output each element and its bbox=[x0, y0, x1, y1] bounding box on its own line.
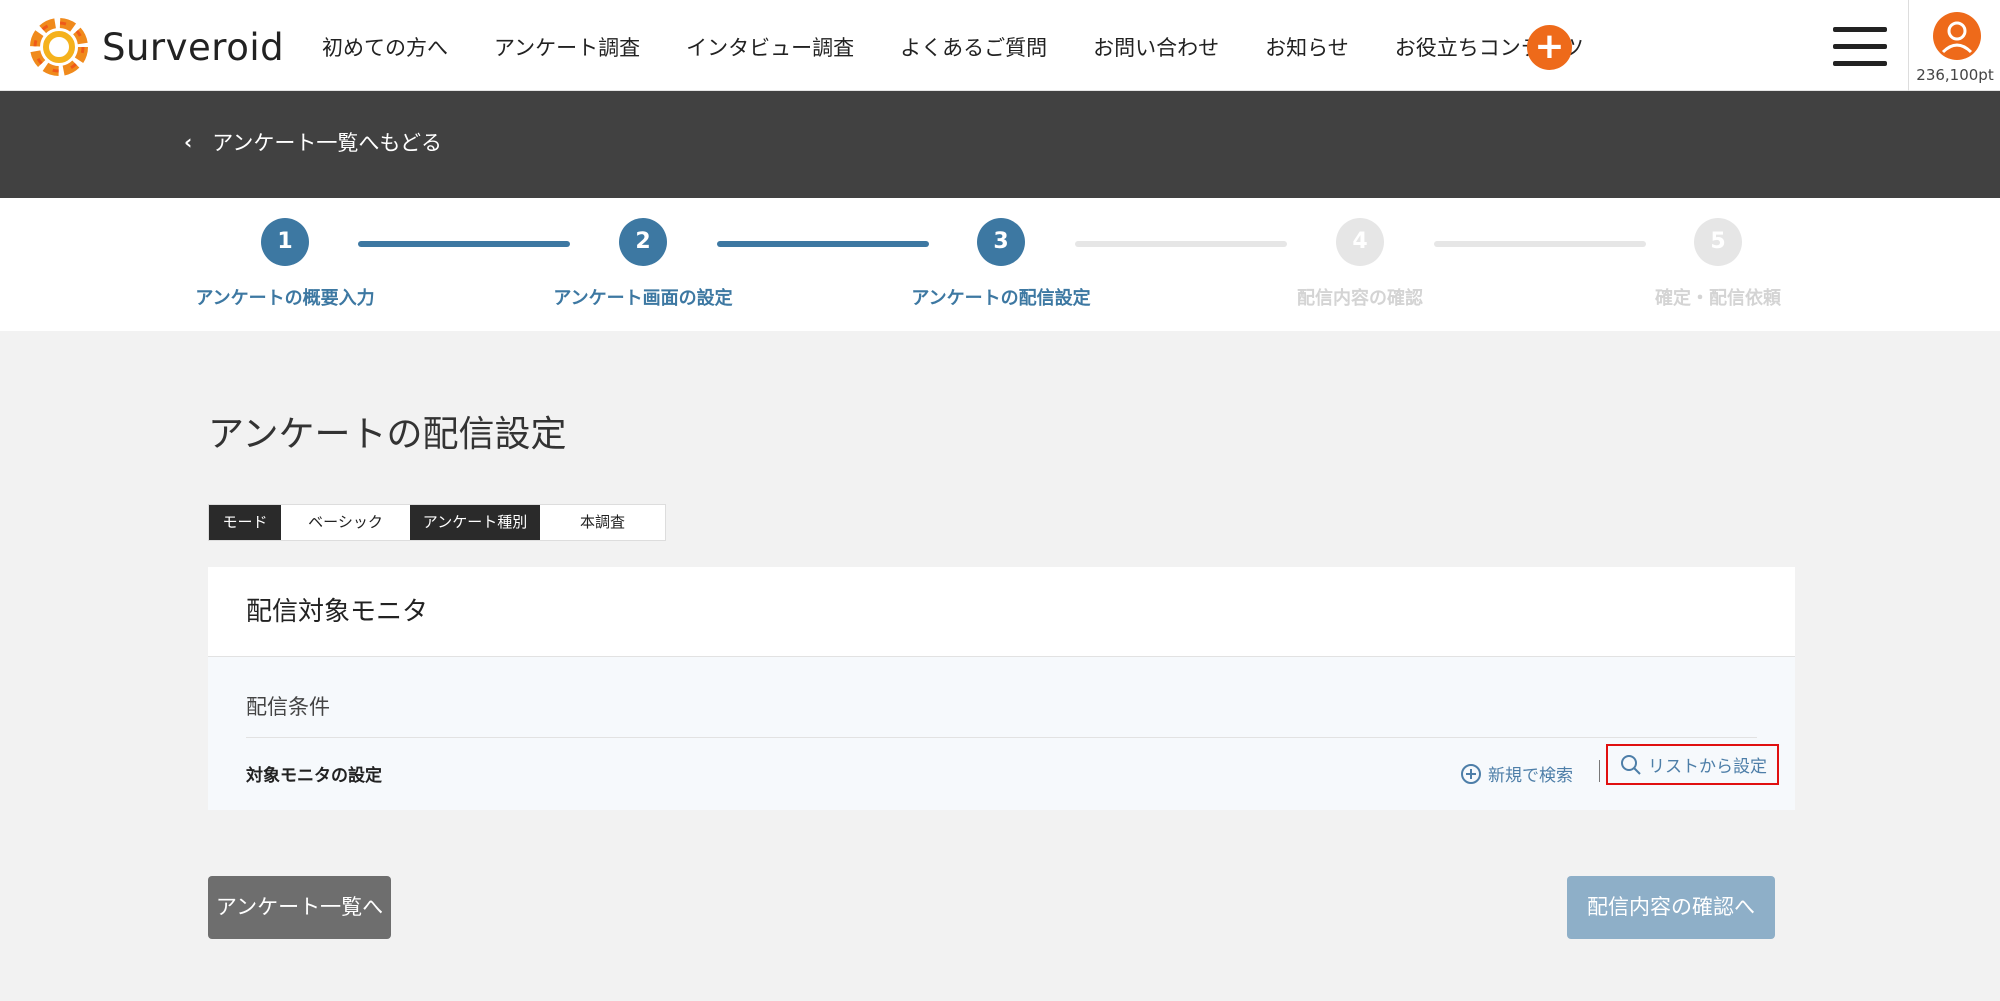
progress-stepper: 1 2 3 4 5 アンケートの概要入力 アンケート画面の設定 アンケートの配信… bbox=[0, 198, 2000, 331]
menu-icon[interactable] bbox=[1833, 27, 1887, 67]
action-separator bbox=[1599, 760, 1600, 782]
survey-type-value: 本調査 bbox=[540, 505, 665, 540]
target-monitor-card: 配信対象モニタ 配信条件 対象モニタの設定 新規で検索 リストから設定 bbox=[208, 567, 1795, 810]
new-search-label: 新規で検索 bbox=[1488, 766, 1573, 786]
points-balance: 236,100pt bbox=[1916, 66, 1994, 84]
step-4-circle: 4 bbox=[1336, 218, 1384, 266]
nav-item-survey[interactable]: アンケート調査 bbox=[494, 28, 640, 68]
new-search-link[interactable]: 新規で検索 bbox=[1460, 761, 1573, 786]
nav-item-interview[interactable]: インタビュー調査 bbox=[686, 28, 854, 68]
back-to-survey-list-button[interactable]: アンケート一覧へ bbox=[208, 876, 391, 939]
list-setting-label: リストから設定 bbox=[1648, 757, 1767, 777]
survey-type-label: アンケート種別 bbox=[410, 505, 540, 540]
page-title: アンケートの配信設定 bbox=[208, 414, 567, 455]
nav-item-faq[interactable]: よくあるご質問 bbox=[900, 28, 1047, 68]
step-4-label: 配信内容の確認 bbox=[1297, 288, 1423, 309]
step-2-label: アンケート画面の設定 bbox=[553, 288, 733, 309]
mode-info-tabs: モード ベーシック アンケート種別 本調査 bbox=[208, 504, 666, 541]
chevron-left-icon: ‹ bbox=[184, 130, 193, 154]
step-5-label: 確定・配信依頼 bbox=[1655, 288, 1781, 309]
back-to-list-link[interactable]: ‹ アンケート一覧へもどる bbox=[184, 127, 442, 157]
confirm-delivery-button[interactable]: 配信内容の確認へ bbox=[1567, 876, 1775, 939]
step-5-circle: 5 bbox=[1694, 218, 1742, 266]
condition-label: 配信条件 bbox=[246, 695, 330, 719]
avatar-icon bbox=[1933, 12, 1981, 60]
logo[interactable]: Surveroid bbox=[28, 16, 284, 78]
mode-value: ベーシック bbox=[281, 505, 410, 540]
step-3-circle: 3 bbox=[977, 218, 1025, 266]
target-monitor-setting-label: 対象モニタの設定 bbox=[246, 766, 382, 786]
logo-icon bbox=[30, 18, 88, 76]
divider bbox=[246, 737, 1757, 738]
back-link-label: アンケート一覧へもどる bbox=[212, 131, 442, 155]
nav-item-news[interactable]: お知らせ bbox=[1265, 28, 1349, 68]
logo-text: Surveroid bbox=[102, 25, 285, 69]
mode-label: モード bbox=[209, 505, 281, 540]
step-3-label: アンケートの配信設定 bbox=[911, 288, 1091, 309]
search-icon bbox=[1621, 754, 1641, 775]
card-title: 配信対象モニタ bbox=[246, 597, 429, 627]
list-setting-link[interactable]: リストから設定 bbox=[1606, 744, 1779, 785]
user-menu[interactable]: 236,100pt bbox=[1908, 0, 2000, 91]
step-line-1 bbox=[358, 241, 570, 247]
site-header: Surveroid 初めての方へ アンケート調査 インタビュー調査 よくあるご質… bbox=[0, 0, 2000, 91]
main-nav: 初めての方へ アンケート調査 インタビュー調査 よくあるご質問 お問い合わせ お… bbox=[322, 28, 1630, 68]
step-1-circle: 1 bbox=[261, 218, 309, 266]
card-body: 配信条件 対象モニタの設定 新規で検索 リストから設定 bbox=[208, 656, 1795, 810]
back-bar: ‹ アンケート一覧へもどる bbox=[0, 91, 2000, 198]
nav-item-beginners[interactable]: 初めての方へ bbox=[322, 28, 448, 68]
step-1-label: アンケートの概要入力 bbox=[195, 288, 375, 309]
step-line-4 bbox=[1434, 241, 1646, 247]
step-line-2 bbox=[717, 241, 929, 247]
nav-item-contact[interactable]: お問い合わせ bbox=[1093, 28, 1219, 68]
step-line-3 bbox=[1075, 241, 1287, 247]
create-plus-button[interactable]: + bbox=[1527, 25, 1572, 70]
step-2-circle: 2 bbox=[619, 218, 667, 266]
plus-circle-icon bbox=[1461, 763, 1481, 784]
